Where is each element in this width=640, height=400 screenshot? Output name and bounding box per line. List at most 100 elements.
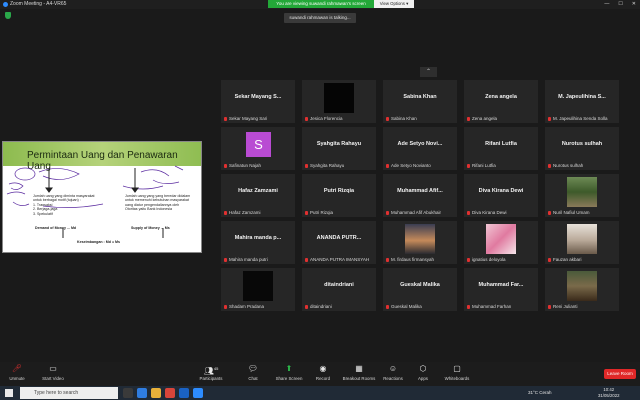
whiteboards-button[interactable]: ▢ Whiteboards (440, 364, 474, 381)
participants-button[interactable]: 👥︎45 Participants (194, 364, 228, 381)
muted-mic-icon (224, 163, 227, 168)
app-title: Zoom Meeting - A4-VR65 (3, 0, 66, 9)
apps-icon: ⬡ (419, 364, 427, 373)
profile-photo-flower (486, 224, 516, 254)
clock[interactable]: 10:42 31/05/2022 (598, 387, 620, 398)
supply-of-money: Supply of Money ... Ms (131, 226, 170, 230)
participant-tile[interactable]: Ade Setyo Novi... Ade Setyo Novianto (383, 127, 457, 170)
money-supply-text: Jumlah uang yang yang beredar didalam un… (125, 194, 191, 212)
reactions-button[interactable]: ☺ Reactions (376, 364, 410, 381)
whiteboard-icon: ▢ (453, 364, 461, 373)
participant-tile[interactable]: ditaindriani ditaindriani (302, 268, 376, 311)
money-demand-text: Jumlah uang yang diminta masyarakat untu… (33, 194, 95, 216)
muted-mic-icon (386, 304, 389, 309)
minimize-button[interactable]: — (604, 0, 609, 9)
muted-mic-icon (467, 163, 470, 168)
muted-mic-icon (386, 257, 389, 262)
participant-tile[interactable]: Diva Kirana Dewi Diva Kirana Dewi (464, 174, 538, 217)
unmute-button[interactable]: 🎤︎ Unmute (0, 364, 34, 381)
active-speaker-label: suwandi rahmawan is talking... (284, 13, 356, 23)
participant-tile[interactable]: Zena angela Zena angela (464, 80, 538, 123)
microphone-muted-icon: 🎤︎ (11, 364, 23, 373)
participant-tile[interactable]: Jesica Florencia (302, 80, 376, 123)
zoom-taskbar-icon[interactable] (193, 388, 203, 398)
participant-tile[interactable]: Shadam Pradana (221, 268, 295, 311)
profile-photo-tree (567, 271, 597, 301)
profile-photo-portrait (567, 224, 597, 254)
window-controls: — ☐ ✕ (604, 0, 636, 9)
task-view-icon[interactable] (123, 388, 133, 398)
participant-tile[interactable]: Syahgita Rahayu Syahgita Rahayu (302, 127, 376, 170)
screen-share-banner: You are viewing suwandi rahmawan's scree… (268, 0, 414, 8)
viewing-screen-text: You are viewing suwandi rahmawan's scree… (276, 1, 366, 6)
profile-photo-forest (567, 177, 597, 207)
apps-button[interactable]: ⬡ Apps (406, 364, 440, 381)
video-off-icon: ▭ (49, 364, 57, 373)
muted-mic-icon (386, 210, 389, 215)
leave-room-button[interactable]: Leave Room (604, 369, 636, 379)
participant-tile[interactable]: Rifani Lutfia Rifani Lutfia (464, 127, 538, 170)
muted-mic-icon (224, 304, 227, 309)
shared-screen: Permintaan Uang dan Penawaran Uang Jumla… (2, 141, 202, 253)
muted-mic-icon (467, 210, 470, 215)
video-feed (243, 271, 273, 301)
breakout-rooms-button[interactable]: ▦ Breakout Rooms (340, 364, 378, 381)
pinned-apps (123, 388, 203, 398)
participant-tile[interactable]: Fauzan akbari (545, 221, 619, 264)
muted-mic-icon (305, 210, 308, 215)
participant-tile[interactable]: Hafaz Zamzami Hafaz Zamzami (221, 174, 295, 217)
share-screen-button[interactable]: ⬆ Share Screen (272, 364, 306, 381)
participant-tile[interactable]: ignatius deloyola (464, 221, 538, 264)
avatar: S (246, 132, 271, 157)
windows-start-icon[interactable] (5, 389, 13, 397)
demand-of-money: Demand of Money ... Md (35, 226, 77, 230)
security-shield-icon[interactable] (5, 12, 11, 19)
view-options-button[interactable]: View Options ▾ (374, 0, 414, 8)
muted-mic-icon (548, 210, 551, 215)
participant-tile[interactable]: M. Japeulihina S... M. Japeulihina Senda… (545, 80, 619, 123)
close-button[interactable]: ✕ (632, 0, 636, 9)
gallery-scroll-up-button[interactable]: ⌃ (420, 67, 437, 77)
participant-tile[interactable]: ANANDA PUTR... ANANDA PUTRA IMANSYAH (302, 221, 376, 264)
muted-mic-icon (467, 257, 470, 262)
zoom-logo-icon (3, 2, 8, 7)
meeting-toolbar: 🎤︎ Unmute ▭ Start Video 👥︎45 Participant… (0, 362, 640, 386)
muted-mic-icon (386, 116, 389, 121)
participant-tile[interactable]: Muhammad Far... Muhammad Farhan (464, 268, 538, 311)
participant-tile[interactable]: Gueskal Malika Gueskal Malika (383, 268, 457, 311)
muted-mic-icon (548, 257, 551, 262)
muted-mic-icon (224, 116, 227, 121)
chat-button[interactable]: 💬︎ Chat (236, 364, 270, 381)
participant-tile[interactable]: Nuril Nafiul Umam (545, 174, 619, 217)
file-explorer-icon[interactable] (151, 388, 161, 398)
start-video-button[interactable]: ▭ Start Video (36, 364, 70, 381)
muted-mic-icon (305, 304, 308, 309)
muted-mic-icon (224, 210, 227, 215)
breakout-rooms-icon: ▦ (355, 364, 363, 373)
participants-count: 45 (213, 366, 219, 371)
taskbar-search-box[interactable]: Type here to search (20, 387, 118, 399)
chat-icon: 💬︎ (247, 364, 259, 373)
muted-mic-icon (305, 257, 308, 262)
participant-tile[interactable]: Nurotus sulhah Nurotus sulhah (545, 127, 619, 170)
share-screen-icon: ⬆ (285, 364, 293, 373)
participant-tile[interactable]: Sabina Khan Sabina Khan (383, 80, 457, 123)
participant-tile[interactable]: M. firdaus firmansyah (383, 221, 457, 264)
system-tray: 31°C Cerah (528, 386, 552, 400)
chrome-browser-icon[interactable] (165, 388, 175, 398)
participant-tile[interactable]: S Safinatun Najah (221, 127, 295, 170)
windows-taskbar: Type here to search 31°C Cerah 10:42 31/… (0, 386, 640, 400)
maximize-button[interactable]: ☐ (618, 0, 622, 9)
participant-tile[interactable]: Reni Julianti (545, 268, 619, 311)
record-button[interactable]: ◉ Record (306, 364, 340, 381)
edge-browser-icon[interactable] (137, 388, 147, 398)
participant-tile[interactable]: Muhammad Afif... Muhammad Afif Abukhair (383, 174, 457, 217)
participant-tile[interactable]: Sekar Mayang S... Sekar Mayang Sari (221, 80, 295, 123)
muted-mic-icon (548, 304, 551, 309)
muted-mic-icon (305, 116, 308, 121)
word-icon[interactable] (179, 388, 189, 398)
video-feed (324, 83, 354, 113)
participant-tile[interactable]: Mahira manda p... Mahira manda putri (221, 221, 295, 264)
participant-tile[interactable]: Putri Rizqia Putri Rizqia (302, 174, 376, 217)
weather-status[interactable]: 31°C Cerah (528, 386, 552, 400)
